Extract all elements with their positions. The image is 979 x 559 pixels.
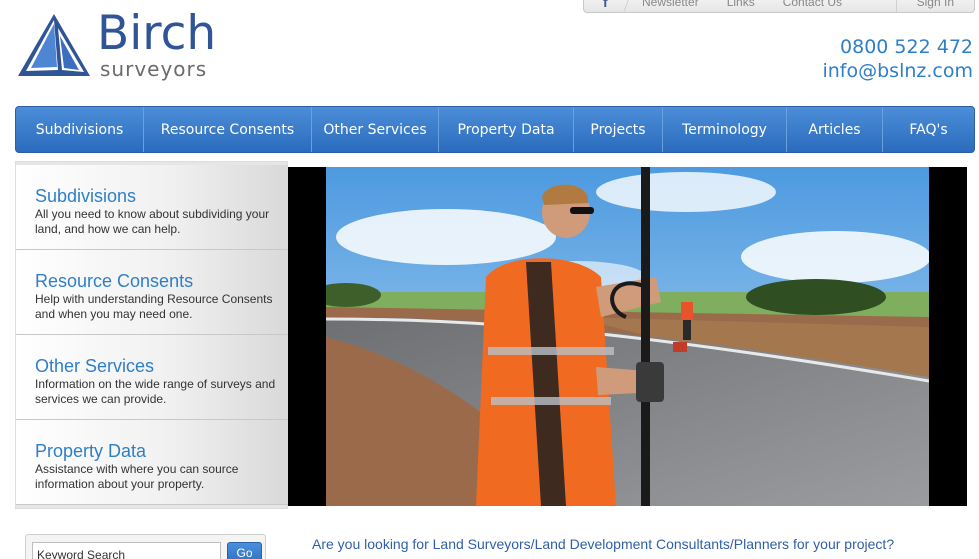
- feature-sidebar: Subdivisions All you need to know about …: [15, 161, 288, 509]
- feature-resource-consents[interactable]: Resource Consents Help with understandin…: [16, 250, 288, 335]
- feature-title: Other Services: [35, 356, 155, 376]
- main-nav: Subdivisions Resource Consents Other Ser…: [15, 106, 975, 153]
- nav-item-resource-consents[interactable]: Resource Consents: [144, 107, 312, 152]
- logo-subtitle: surveyors: [100, 57, 208, 81]
- feature-subdivisions[interactable]: Subdivisions All you need to know about …: [16, 165, 288, 250]
- email-link[interactable]: info@bslnz.com: [822, 59, 973, 83]
- feature-description: Information on the wide range of surveys…: [35, 377, 276, 406]
- facebook-icon: f: [603, 0, 608, 10]
- topbar-link-links[interactable]: Links: [713, 0, 769, 9]
- nav-item-property-data[interactable]: Property Data: [439, 107, 574, 152]
- nav-item-subdivisions[interactable]: Subdivisions: [16, 107, 144, 152]
- search-go-button[interactable]: Go: [227, 542, 262, 559]
- feature-property-data[interactable]: Property Data Assistance with where you …: [16, 420, 288, 505]
- intro-headline: Are you looking for Land Surveyors/Land …: [312, 536, 895, 552]
- nav-item-projects[interactable]: Projects: [574, 107, 663, 152]
- feature-title: Subdivisions: [35, 186, 137, 206]
- facebook-button[interactable]: f: [580, 0, 632, 12]
- video-frame-image: [326, 167, 929, 506]
- contact-info: 0800 522 472 info@bslnz.com: [822, 35, 973, 83]
- feature-description: Assistance with where you can source inf…: [35, 462, 239, 491]
- nav-item-terminology[interactable]: Terminology: [663, 107, 787, 152]
- hero-video[interactable]: [288, 167, 967, 506]
- feature-title: Resource Consents: [35, 271, 194, 291]
- feature-description: Help with understanding Resource Consent…: [35, 292, 273, 321]
- phone-number[interactable]: 0800 522 472: [822, 35, 973, 59]
- feature-other-services[interactable]: Other Services Information on the wide r…: [16, 335, 288, 420]
- sign-in-link[interactable]: Sign In: [895, 0, 974, 12]
- logo-wordmark: Birch: [97, 6, 217, 61]
- site-logo[interactable]: Birch surveyors: [18, 10, 228, 84]
- nav-item-articles[interactable]: Articles: [787, 107, 883, 152]
- topbar-link-newsletter[interactable]: Newsletter: [628, 0, 713, 9]
- search-box: Go: [25, 534, 266, 559]
- nav-item-faqs[interactable]: FAQ's: [883, 107, 974, 152]
- feature-title: Property Data: [35, 441, 147, 461]
- feature-description: All you need to know about subdividing y…: [35, 207, 270, 236]
- topbar-link-contact[interactable]: Contact Us: [769, 0, 856, 9]
- nav-item-other-services[interactable]: Other Services: [312, 107, 439, 152]
- utility-bar: f Newsletter Links Contact Us Sign In: [580, 0, 975, 13]
- logo-triangle-icon: [18, 14, 90, 76]
- keyword-search-input[interactable]: [32, 542, 221, 559]
